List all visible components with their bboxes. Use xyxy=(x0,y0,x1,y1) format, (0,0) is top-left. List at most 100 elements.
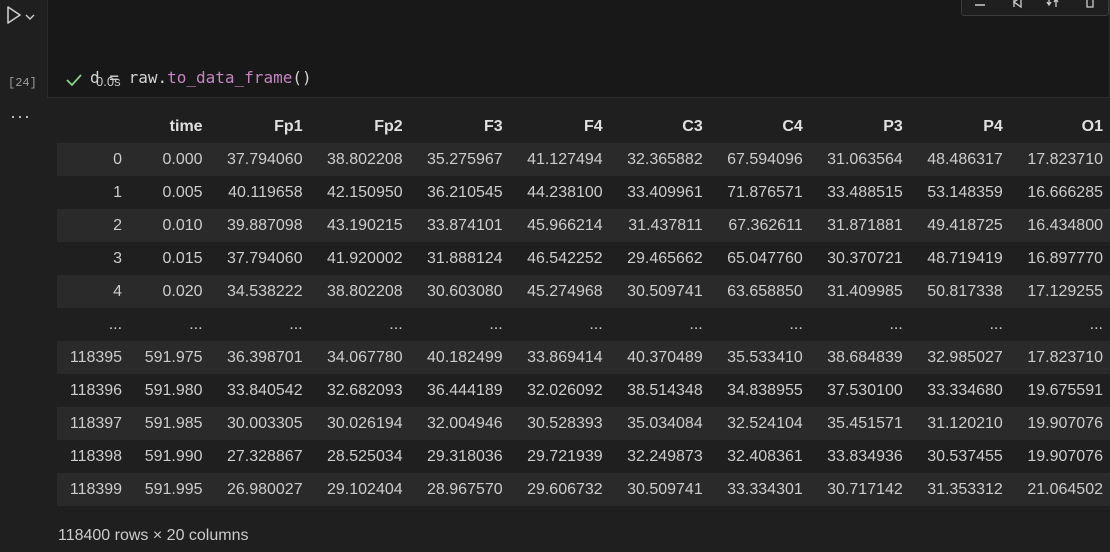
table-cell: 38.684839 xyxy=(809,341,910,374)
table-cell: 16.897770 xyxy=(1009,242,1110,275)
table-row: 118399 591.995 26.980027 29.102404 28.967570… xyxy=(57,473,1110,506)
table-cell: 42.150950 xyxy=(309,176,410,209)
execution-time: 0.0s xyxy=(96,74,121,89)
table-cell: 34.067780 xyxy=(309,341,410,374)
table-cell: 33.409961 xyxy=(609,176,710,209)
table-cell: 37.530100 xyxy=(809,374,910,407)
table-cell: 67.362611 xyxy=(709,209,810,242)
table-cell: 36.210545 xyxy=(409,176,510,209)
table-cell: 30.003305 xyxy=(209,407,310,440)
table-body: 0 0.000 37.794060 38.802208 35.275967 41.1274… xyxy=(57,143,1110,506)
table-row: 118397 591.985 30.003305 30.026194 32.004946… xyxy=(57,407,1110,440)
table-cell: 44.238100 xyxy=(509,176,610,209)
table-cell: 45.274968 xyxy=(509,275,610,308)
table-cell: 38.802208 xyxy=(309,275,410,308)
table-cell: 33.869414 xyxy=(509,341,610,374)
dataframe-shape: 118400 rows × 20 columns xyxy=(58,527,249,544)
column-header: P4 xyxy=(909,110,1010,143)
table-cell: 17.823710 xyxy=(1009,341,1110,374)
table-row: 4 0.020 34.538222 38.802208 30.603080 45.2749… xyxy=(57,275,1110,308)
column-header: C3 xyxy=(609,110,710,143)
table-cell: 16.666285 xyxy=(1009,176,1110,209)
table-cell: 32.004946 xyxy=(409,407,510,440)
code-object: raw xyxy=(128,68,158,87)
table-cell: 53.148359 xyxy=(909,176,1010,209)
table-cell: 30.717142 xyxy=(809,473,910,506)
row-index: 118397 xyxy=(57,407,132,440)
run-cell-button[interactable] xyxy=(6,5,40,29)
column-header: C4 xyxy=(709,110,810,143)
table-row: 118395 591.975 36.398701 34.067780 40.182499… xyxy=(57,341,1110,374)
table-cell: ... xyxy=(131,308,210,341)
delete-cell-icon[interactable] xyxy=(1083,0,1097,14)
code-cell[interactable]: d = raw.to_data_frame() d 0.0s xyxy=(47,0,1110,156)
chevron-down-icon[interactable] xyxy=(25,8,35,26)
table-cell: 50.817338 xyxy=(909,275,1010,308)
table-cell: 30.528393 xyxy=(509,407,610,440)
table-cell: 33.488515 xyxy=(809,176,910,209)
table-cell: 31.888124 xyxy=(409,242,510,275)
row-index: 2 xyxy=(57,209,132,242)
column-header: time xyxy=(131,110,210,143)
table-cell: 31.437811 xyxy=(609,209,710,242)
table-cell: 17.823710 xyxy=(1009,143,1110,176)
execute-above-icon[interactable] xyxy=(1010,0,1024,14)
table-cell: 33.874101 xyxy=(409,209,510,242)
table-cell: 591.995 xyxy=(131,473,210,506)
table-cell: 30.026194 xyxy=(309,407,410,440)
table-cell: 32.524104 xyxy=(709,407,810,440)
table-cell: 71.876571 xyxy=(709,176,810,209)
table-cell: 30.603080 xyxy=(409,275,510,308)
code-line-1: d = raw.to_data_frame() xyxy=(90,66,312,89)
output-more-button[interactable]: ··· xyxy=(10,106,31,127)
table-cell: 33.334680 xyxy=(909,374,1010,407)
table-cell: ... xyxy=(209,308,310,341)
column-header: O1 xyxy=(1009,110,1110,143)
execution-count: [24] xyxy=(8,76,37,90)
table-cell: 48.719419 xyxy=(909,242,1010,275)
table-cell: 63.658850 xyxy=(709,275,810,308)
table-cell: 38.802208 xyxy=(309,143,410,176)
table-cell: 0.020 xyxy=(131,275,210,308)
row-index: 118396 xyxy=(57,374,132,407)
table-cell: 27.328867 xyxy=(209,440,310,473)
row-index: 4 xyxy=(57,275,132,308)
row-index: 118398 xyxy=(57,440,132,473)
table-cell: 591.975 xyxy=(131,341,210,374)
code-parens: () xyxy=(292,68,312,87)
table-cell: 21.064502 xyxy=(1009,473,1110,506)
column-header: Fp1 xyxy=(209,110,310,143)
table-cell: 31.120210 xyxy=(909,407,1010,440)
table-cell: 38.514348 xyxy=(609,374,710,407)
table-cell: 67.594096 xyxy=(709,143,810,176)
table-cell: 28.525034 xyxy=(309,440,410,473)
execute-below-icon[interactable] xyxy=(1046,0,1060,14)
table-cell: 32.408361 xyxy=(709,440,810,473)
play-icon xyxy=(6,5,22,29)
table-cell: 19.907076 xyxy=(1009,407,1110,440)
table-cell: 34.838955 xyxy=(709,374,810,407)
cell-toolbar xyxy=(961,0,1109,16)
table-row: ................................. xyxy=(57,308,1110,341)
row-index: 118399 xyxy=(57,473,132,506)
table-cell: 49.418725 xyxy=(909,209,1010,242)
table-cell: 29.606732 xyxy=(509,473,610,506)
table-cell: 31.063564 xyxy=(809,143,910,176)
table-row: 0 0.000 37.794060 38.802208 35.275967 41.1274… xyxy=(57,143,1110,176)
table-row: 3 0.015 37.794060 41.920002 31.888124 46.5422… xyxy=(57,242,1110,275)
table-cell: 46.542252 xyxy=(509,242,610,275)
table-cell: 591.985 xyxy=(131,407,210,440)
column-header: F3 xyxy=(409,110,510,143)
table-cell: ... xyxy=(409,308,510,341)
table-cell: 39.887098 xyxy=(209,209,310,242)
table-cell: 591.980 xyxy=(131,374,210,407)
table-cell: 65.047760 xyxy=(709,242,810,275)
table-cell: ... xyxy=(309,308,410,341)
table-cell: 32.365882 xyxy=(609,143,710,176)
split-cell-icon[interactable] xyxy=(973,0,987,14)
table-cell: ... xyxy=(809,308,910,341)
code-dot: . xyxy=(157,68,168,87)
table-cell: 17.129255 xyxy=(1009,275,1110,308)
table-cell: 29.102404 xyxy=(309,473,410,506)
table-cell: 31.353312 xyxy=(909,473,1010,506)
